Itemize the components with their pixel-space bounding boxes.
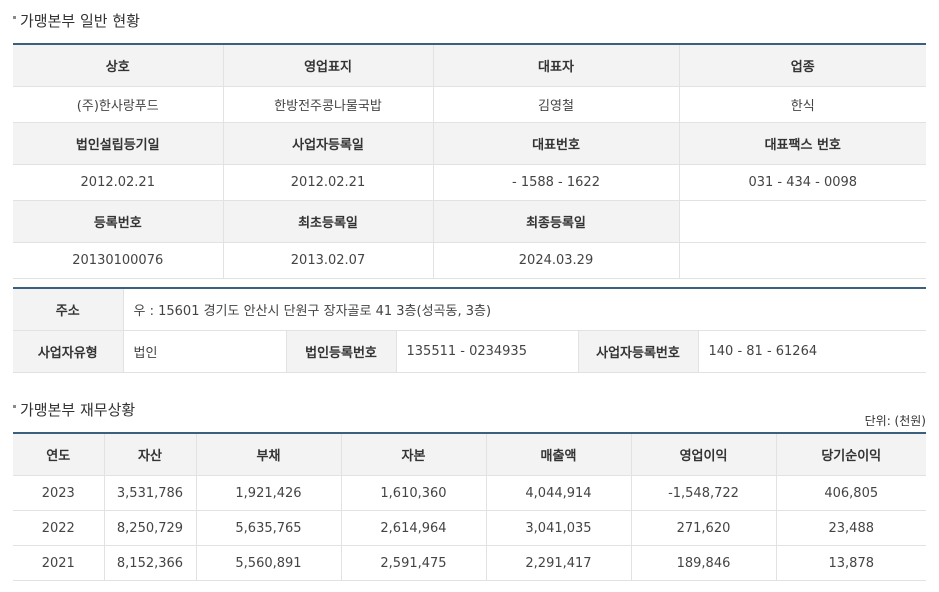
ceo-name: 김영철 <box>433 86 680 123</box>
main-phone: - 1588 - 1622 <box>433 164 680 201</box>
header-cell: 영업표지 <box>223 44 434 87</box>
empty-cell <box>679 200 926 243</box>
corporate-registration-label: 법인등록번호 <box>286 330 397 373</box>
table-cell: 2022 <box>13 510 105 546</box>
header-cell: 등록번호 <box>13 200 224 243</box>
table-header-row: 상호 영업표지 대표자 업종 <box>13 44 926 87</box>
table-cell: 5,635,765 <box>196 510 342 546</box>
unit-label: 단위: (천원) <box>864 414 926 428</box>
header-cell: 당기순이익 <box>776 433 926 476</box>
table-header-row: 연도 자산 부채 자본 매출액 영업이익 당기순이익 <box>13 433 926 476</box>
last-registration-date: 2024.03.29 <box>433 242 680 279</box>
table-cell: -1,548,722 <box>631 475 777 511</box>
business-registration-date: 2012.02.21 <box>223 164 434 201</box>
address-value: 우 : 15601 경기도 안산시 단원구 장자골로 41 3층(성곡동, 3층… <box>123 288 927 331</box>
table-cell: 8,152,366 <box>104 545 197 581</box>
table-cell: 1,610,360 <box>341 475 487 511</box>
header-cell: 최초등록일 <box>223 200 434 243</box>
table-cell: 3,531,786 <box>104 475 197 511</box>
corporate-registration-value: 135511 - 0234935 <box>396 330 579 373</box>
business-type-value: 법인 <box>123 330 287 373</box>
header-cell: 대표팩스 번호 <box>679 122 926 165</box>
table-cell: 2,591,475 <box>341 545 487 581</box>
brand-name: 한방전주콩나물국밥 <box>223 86 434 123</box>
header-cell: 부채 <box>196 433 342 476</box>
table-cell: 23,488 <box>776 510 926 546</box>
bullet-icon <box>13 15 16 19</box>
table-cell: 271,620 <box>631 510 777 546</box>
business-type-label: 사업자유형 <box>13 330 124 373</box>
header-cell: 사업자등록일 <box>223 122 434 165</box>
table-row: 2021 8,152,366 5,560,891 2,591,475 2,291… <box>13 545 926 581</box>
address-label: 주소 <box>13 288 124 331</box>
business-registration-label: 사업자등록번호 <box>578 330 699 373</box>
table-cell: 1,921,426 <box>196 475 342 511</box>
table-header-row: 등록번호 최초등록일 최종등록일 <box>13 200 926 243</box>
bullet-icon <box>13 404 16 408</box>
header-cell: 업종 <box>679 44 926 87</box>
header-cell: 최종등록일 <box>433 200 680 243</box>
company-name: (주)한사랑푸드 <box>13 86 224 123</box>
table-header-row: 법인설립등기일 사업자등록일 대표번호 대표팩스 번호 <box>13 122 926 165</box>
table-cell: 3,041,035 <box>486 510 632 546</box>
table-row: 2023 3,531,786 1,921,426 1,610,360 4,044… <box>13 475 926 511</box>
address-table: 주소 우 : 15601 경기도 안산시 단원구 장자골로 41 3층(성곡동,… <box>13 287 927 373</box>
table-row: (주)한사랑푸드 한방전주콩나물국밥 김영철 한식 <box>13 86 926 123</box>
table-cell: 13,878 <box>776 545 926 581</box>
header-cell: 연도 <box>13 433 105 476</box>
table-row: 사업자유형 법인 법인등록번호 135511 - 0234935 사업자등록번호… <box>13 330 927 373</box>
header-cell: 자산 <box>104 433 197 476</box>
header-cell: 대표번호 <box>433 122 680 165</box>
general-title-text: 가맹본부 일반 현황 <box>20 11 140 30</box>
header-cell: 법인설립등기일 <box>13 122 224 165</box>
table-row: 2012.02.21 2012.02.21 - 1588 - 1622 031 … <box>13 164 926 201</box>
table-cell: 189,846 <box>631 545 777 581</box>
finance-title-text: 가맹본부 재무상황 <box>20 400 136 419</box>
table-cell: 4,044,914 <box>486 475 632 511</box>
business-registration-value: 140 - 81 - 61264 <box>698 330 927 373</box>
header-cell: 상호 <box>13 44 224 87</box>
header-cell: 매출액 <box>486 433 632 476</box>
table-row: 주소 우 : 15601 경기도 안산시 단원구 장자골로 41 3층(성곡동,… <box>13 288 927 331</box>
finance-section-title: 가맹본부 재무상황 <box>13 399 135 419</box>
finance-table: 연도 자산 부채 자본 매출액 영업이익 당기순이익 2023 3,531,78… <box>13 432 926 581</box>
table-cell: 2023 <box>13 475 105 511</box>
header-cell: 자본 <box>341 433 487 476</box>
registration-number: 20130100076 <box>13 242 224 279</box>
header-cell: 영업이익 <box>631 433 777 476</box>
table-row: 20130100076 2013.02.07 2024.03.29 <box>13 242 926 279</box>
industry: 한식 <box>679 86 926 123</box>
table-cell: 8,250,729 <box>104 510 197 546</box>
table-cell: 2,291,417 <box>486 545 632 581</box>
general-info-table: 상호 영업표지 대표자 업종 (주)한사랑푸드 한방전주콩나물국밥 김영철 한식… <box>13 43 926 279</box>
header-cell: 대표자 <box>433 44 680 87</box>
table-cell: 2021 <box>13 545 105 581</box>
first-registration-date: 2013.02.07 <box>223 242 434 279</box>
table-row: 2022 8,250,729 5,635,765 2,614,964 3,041… <box>13 510 926 546</box>
general-section-title: 가맹본부 일반 현황 <box>13 10 140 30</box>
incorporation-date: 2012.02.21 <box>13 164 224 201</box>
table-cell: 406,805 <box>776 475 926 511</box>
empty-cell <box>679 242 926 279</box>
table-cell: 2,614,964 <box>341 510 487 546</box>
table-cell: 5,560,891 <box>196 545 342 581</box>
main-fax: 031 - 434 - 0098 <box>679 164 926 201</box>
